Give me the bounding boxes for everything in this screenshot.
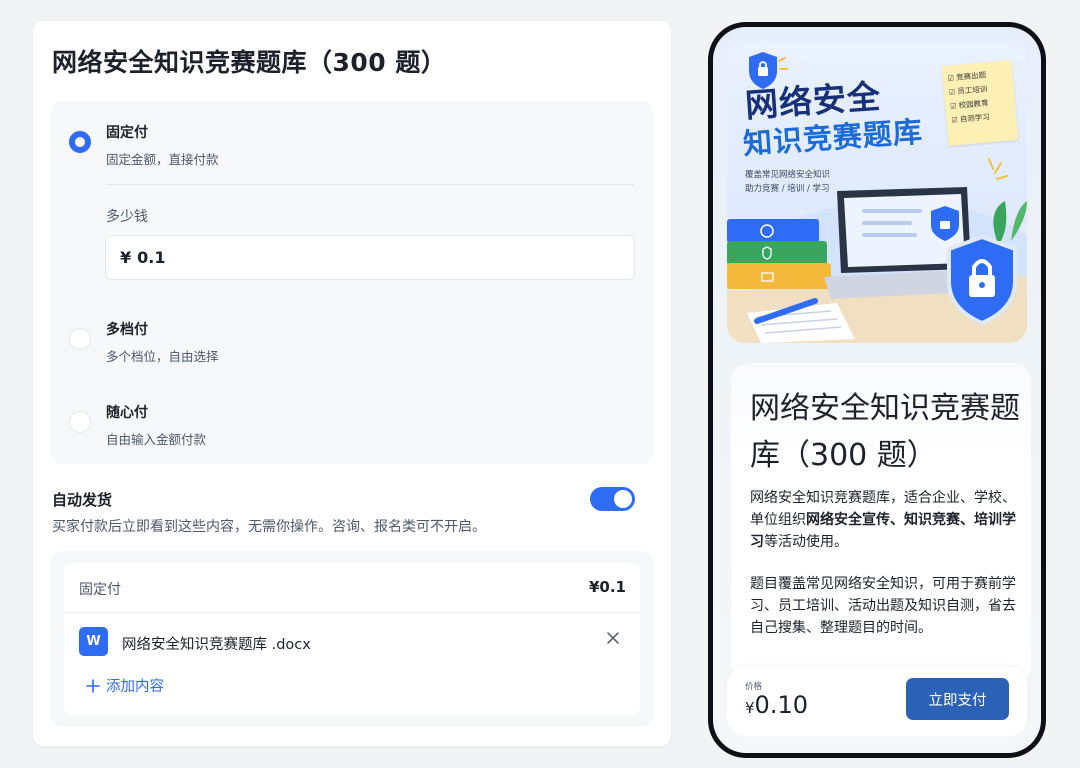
delivery-content-box: 固定付 ¥0.1 W 网络安全知识竞赛题库 .docx 添加内容 <box>51 551 653 727</box>
option-desc: 固定金额，直接付款 <box>106 152 219 167</box>
close-icon[interactable] <box>606 631 620 645</box>
add-content-button[interactable]: 添加内容 <box>86 675 164 696</box>
phone-preview: 网络安全 知识竞赛题库 覆盖常见网络安全知识 助力竞赛 / 培训 / 学习 竞赛… <box>708 22 1046 758</box>
product-cover-image: 网络安全 知识竞赛题库 覆盖常见网络安全知识 助力竞赛 / 培训 / 学习 竞赛… <box>727 41 1027 343</box>
phone-screen: 网络安全 知识竞赛题库 覆盖常见网络安全知识 助力竞赛 / 培训 / 学习 竞赛… <box>713 27 1041 753</box>
amount-input[interactable]: ¥ 0.1 <box>105 235 635 280</box>
word-doc-icon: W <box>79 627 108 656</box>
toggle-knob <box>614 490 632 508</box>
currency-symbol: ¥ <box>120 248 132 267</box>
cover-subtitle-line2: 助力竞赛 / 培训 / 学习 <box>745 184 830 194</box>
radio-free[interactable] <box>69 411 91 433</box>
checkout-bar: 价格 ¥0.10 立即支付 <box>727 667 1027 736</box>
auto-delivery-desc: 买家付款后立即看到这些内容，无需你操作。咨询、报名类可不开启。 <box>52 519 486 535</box>
delivery-tier-panel: 固定付 ¥0.1 W 网络安全知识竞赛题库 .docx 添加内容 <box>64 563 640 715</box>
sticky-note: 竞赛出题 员工培训 校园教育 自测学习 <box>941 60 1019 146</box>
price-currency: ¥ <box>745 699 755 717</box>
tier-label: 固定付 <box>79 582 121 598</box>
cover-subtitle-line1: 覆盖常见网络安全知识 <box>745 170 831 180</box>
plus-icon <box>86 678 100 693</box>
amount-label: 多少钱 <box>106 209 148 225</box>
divider <box>106 184 635 185</box>
tier-price: ¥0.1 <box>588 578 626 596</box>
pay-now-button[interactable]: 立即支付 <box>906 678 1009 720</box>
file-item: W 网络安全知识竞赛题库 .docx <box>64 613 640 671</box>
auto-delivery-toggle[interactable] <box>590 487 635 511</box>
radio-fixed[interactable] <box>69 131 91 153</box>
amount-value: 0.1 <box>137 248 166 267</box>
option-title: 随心付 <box>106 405 148 421</box>
product-description-2: 题目覆盖常见网络安全知识，可用于赛前学习、员工培训、活动出题及知识自测，省去自己… <box>750 576 1016 636</box>
payment-option-fixed[interactable]: 固定付 固定金额，直接付款 <box>51 101 653 201</box>
product-description-1: 网络安全知识竞赛题库，适合企业、学校、单位组织网络安全宣传、知识竞赛、培训学习等… <box>750 487 1020 553</box>
option-title: 固定付 <box>106 125 148 141</box>
option-desc: 多个档位，自由选择 <box>106 349 219 364</box>
product-title: 网络安全知识竞赛题库（300 题） <box>750 391 1020 473</box>
option-title: 多档付 <box>106 322 148 338</box>
page-title: 网络安全知识竞赛题库（300 题） <box>52 48 447 77</box>
product-settings-card: 网络安全知识竞赛题库（300 题） 固定付 固定金额，直接付款 多少钱 ¥ 0.… <box>33 21 671 746</box>
desc-text: 等活动使用。 <box>764 534 848 550</box>
add-content-label: 添加内容 <box>106 679 164 695</box>
auto-delivery-title: 自动发货 <box>52 491 113 509</box>
delivery-tier-header: 固定付 ¥0.1 <box>64 563 640 613</box>
price-value: ¥0.10 <box>745 691 808 719</box>
cover-subtitle: 覆盖常见网络安全知识 助力竞赛 / 培训 / 学习 <box>745 168 830 196</box>
payment-method-group: 固定付 固定金额，直接付款 多少钱 ¥ 0.1 多档付 多个档位，自由选择 随心… <box>51 101 653 464</box>
payment-option-free[interactable]: 随心付 自由输入金额付款 <box>51 384 653 454</box>
product-info-section: 网络安全知识竞赛题库（300 题） 网络安全知识竞赛题库，适合企业、学校、单位组… <box>731 363 1031 683</box>
price-number: 0.10 <box>754 691 808 719</box>
payment-option-tiered[interactable]: 多档付 多个档位，自由选择 <box>51 301 653 371</box>
file-name: 网络安全知识竞赛题库 .docx <box>122 637 311 653</box>
radio-tiered[interactable] <box>69 328 91 350</box>
option-desc: 自由输入金额付款 <box>106 432 207 447</box>
